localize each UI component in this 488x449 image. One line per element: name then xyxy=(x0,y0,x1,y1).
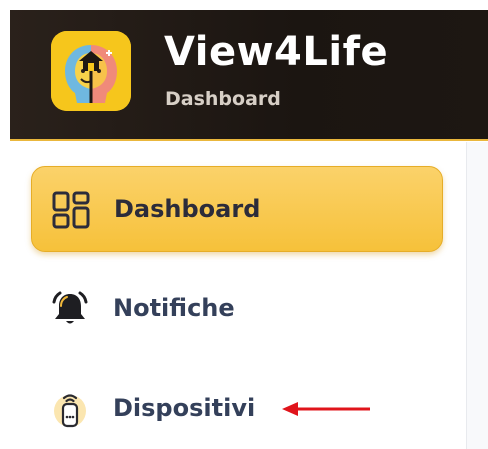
annotation-arrow-icon xyxy=(282,402,370,416)
sidebar-item-label: Dashboard xyxy=(114,195,261,223)
bell-icon xyxy=(52,291,88,324)
sidebar-item-label: Dispositivi xyxy=(113,394,256,422)
sidebar-item-dispositivi[interactable]: Dispositivi xyxy=(31,366,443,449)
remote-device-icon xyxy=(54,394,86,428)
view4life-logo-icon xyxy=(51,31,131,111)
app-title: View4Life xyxy=(164,29,389,75)
sidebar-item-label: Notifiche xyxy=(113,294,235,322)
app-subtitle: Dashboard xyxy=(165,88,281,110)
sidebar-item-notifiche[interactable]: Notifiche xyxy=(31,266,443,352)
main-content-edge xyxy=(466,142,488,449)
sidebar-item-dashboard[interactable]: Dashboard xyxy=(31,166,443,252)
app-frame: View4Life Dashboard Dashboard Notifiche xyxy=(0,0,488,449)
sidebar-header: View4Life Dashboard xyxy=(10,10,488,141)
dashboard-grid-icon xyxy=(52,191,90,229)
